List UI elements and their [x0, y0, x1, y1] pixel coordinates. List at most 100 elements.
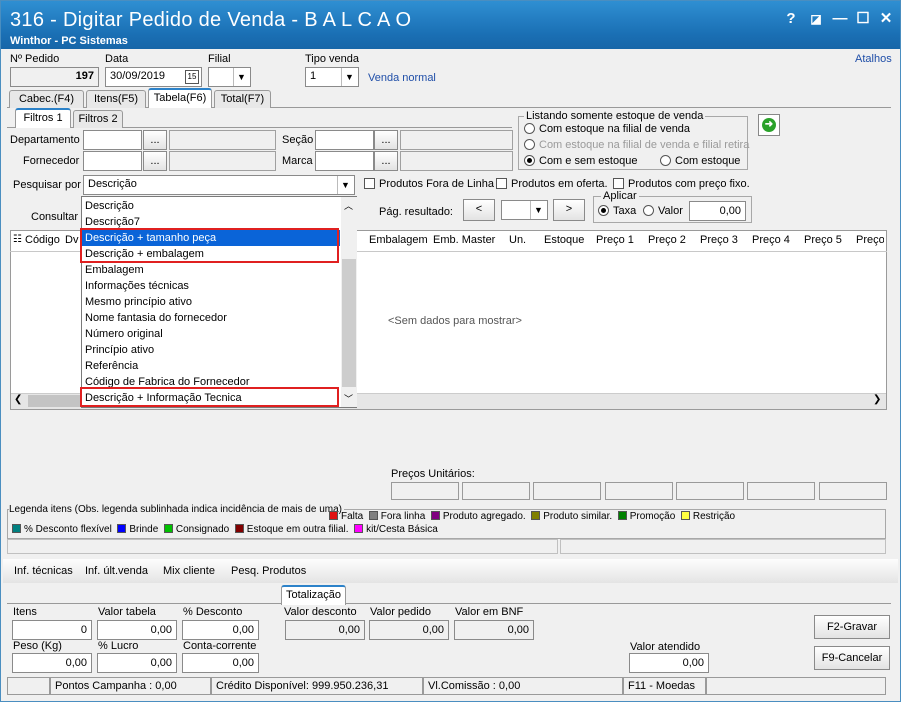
- col-preco-2[interactable]: Preço 2: [648, 234, 686, 246]
- tab-totalizacao[interactable]: Totalização: [281, 585, 346, 605]
- consultar-button[interactable]: Consultar: [31, 211, 78, 223]
- col-emb-master[interactable]: Emb. Master: [433, 234, 495, 246]
- col-un[interactable]: Un.: [509, 234, 526, 246]
- tab-total[interactable]: Total(F7): [214, 90, 271, 108]
- chevron-down-icon[interactable]: ▼: [530, 201, 546, 219]
- conta-corrente-value: 0,00: [182, 653, 259, 673]
- scroll-left-icon[interactable]: ❮: [14, 394, 22, 405]
- col-preco[interactable]: Preço: [856, 234, 884, 246]
- dropdown-item[interactable]: Embalagem: [82, 262, 340, 278]
- oferta-label: Produtos em oferta.: [511, 178, 608, 190]
- prev-page-button[interactable]: <: [463, 199, 495, 221]
- estoque-opt4[interactable]: Com estoque: [660, 155, 740, 167]
- inf-tecnicas-link[interactable]: Inf. técnicas: [14, 565, 73, 577]
- legend-swatch: [329, 511, 338, 520]
- pesq-produtos-link[interactable]: Pesq. Produtos: [231, 565, 306, 577]
- col-preco-1[interactable]: Preço 1: [596, 234, 634, 246]
- dropdown-scroll-thumb[interactable]: [342, 259, 356, 387]
- scroll-right-icon[interactable]: ❯: [873, 394, 881, 405]
- tab-filtros-1[interactable]: Filtros 1: [15, 108, 71, 128]
- marca-lookup-button[interactable]: ...: [374, 151, 398, 171]
- mix-cliente-link[interactable]: Mix cliente: [163, 565, 215, 577]
- tab-itens[interactable]: Itens(F5): [86, 90, 146, 108]
- radio-icon[interactable]: [660, 155, 671, 166]
- tab-cabec[interactable]: Cabec.(F4): [9, 90, 84, 108]
- legend-item: Promoção: [617, 511, 675, 522]
- marca-input[interactable]: [315, 151, 374, 171]
- pesquisar-label: Pesquisar por: [13, 179, 81, 191]
- col-preco-5[interactable]: Preço 5: [804, 234, 842, 246]
- radio-icon[interactable]: [524, 123, 535, 134]
- maximize-button[interactable]: ☐: [853, 9, 873, 29]
- dropdown-item[interactable]: Informações técnicas: [82, 278, 340, 294]
- restore-icon[interactable]: ◪: [806, 9, 826, 29]
- secao-lookup-button[interactable]: ...: [374, 130, 398, 150]
- dropdown-item[interactable]: Princípio ativo: [82, 342, 340, 358]
- departamento-lookup-button[interactable]: ...: [143, 130, 167, 150]
- dropdown-item[interactable]: Descrição: [82, 198, 340, 214]
- tab-filtros-2[interactable]: Filtros 2: [73, 110, 123, 128]
- checkbox-icon[interactable]: [496, 178, 507, 189]
- inf-ult-venda-link[interactable]: Inf. últ.venda: [85, 565, 148, 577]
- departamento-input[interactable]: [83, 130, 142, 150]
- highlight-box: [80, 228, 339, 263]
- next-page-button[interactable]: >: [553, 199, 585, 221]
- dropdown-item[interactable]: Mesmo princípio ativo: [82, 294, 340, 310]
- preco-fixo-check[interactable]: Produtos com preço fixo.: [613, 178, 750, 190]
- chevron-down-icon[interactable]: ▼: [341, 68, 357, 86]
- col-estoque[interactable]: Estoque: [544, 234, 584, 246]
- calendar-icon[interactable]: 15: [185, 70, 199, 84]
- moedas-status[interactable]: F11 - Moedas: [623, 677, 706, 695]
- checkbox-icon[interactable]: [364, 178, 375, 189]
- chevron-down-icon[interactable]: ▼: [337, 176, 353, 194]
- col-dv[interactable]: Dv: [65, 234, 78, 246]
- go-button[interactable]: ➜: [758, 114, 780, 136]
- dropdown-item[interactable]: Nome fantasia do fornecedor: [82, 310, 340, 326]
- dropdown-item[interactable]: Número original: [82, 326, 340, 342]
- help-button[interactable]: ?: [781, 9, 801, 29]
- col-embalagem[interactable]: Embalagem: [369, 234, 428, 246]
- pesquisar-select[interactable]: Descrição: [83, 175, 355, 195]
- col-preco-4[interactable]: Preço 4: [752, 234, 790, 246]
- fora-linha-check[interactable]: Produtos Fora de Linha: [364, 178, 494, 190]
- desconto-value[interactable]: 0,00: [182, 620, 259, 640]
- chevron-down-icon[interactable]: ▼: [233, 68, 249, 86]
- taxa-radio[interactable]: Taxa: [598, 205, 636, 217]
- itens-value: 0: [12, 620, 92, 640]
- lucro-value: 0,00: [97, 653, 177, 673]
- title-bar: 316 - Digitar Pedido de Venda - B A L C …: [1, 1, 900, 49]
- gravar-button[interactable]: F2-Gravar: [814, 615, 890, 639]
- dropdown-scrollbar[interactable]: ︿ ﹀: [341, 197, 357, 407]
- estoque-opt3[interactable]: Com e sem estoque: [524, 155, 637, 167]
- radio-selected-icon[interactable]: [524, 155, 535, 166]
- aplicar-value-input[interactable]: 0,00: [689, 201, 746, 221]
- atalhos-link[interactable]: Atalhos: [855, 53, 892, 65]
- secao-input[interactable]: [315, 130, 374, 150]
- checkbox-icon[interactable]: [613, 178, 624, 189]
- preco-unitario-box: [391, 482, 459, 500]
- cancelar-button[interactable]: F9-Cancelar: [814, 646, 890, 670]
- chevron-up-icon[interactable]: ︿: [344, 199, 353, 212]
- oferta-check[interactable]: Produtos em oferta.: [496, 178, 608, 190]
- col-preco-3[interactable]: Preço 3: [700, 234, 738, 246]
- radio-icon[interactable]: [643, 205, 654, 216]
- radio-selected-icon[interactable]: [598, 205, 609, 216]
- preco-fixo-label: Produtos com preço fixo.: [628, 178, 750, 190]
- fornecedor-lookup-button[interactable]: ...: [143, 151, 167, 171]
- grid-menu-icon[interactable]: ☷: [13, 234, 22, 245]
- tab-tabela[interactable]: Tabela(F6): [148, 88, 212, 108]
- estoque-opt1[interactable]: Com estoque na filial de venda: [524, 123, 690, 135]
- fornecedor-input[interactable]: [83, 151, 142, 171]
- dropdown-item[interactable]: Referência: [82, 358, 340, 374]
- valor-radio[interactable]: Valor: [643, 205, 683, 217]
- peso-value: 0,00: [12, 653, 92, 673]
- info-bar-left: [7, 539, 558, 554]
- close-button[interactable]: ✕: [876, 9, 896, 29]
- arrow-right-icon: ➜: [762, 118, 776, 132]
- valor-desconto-label: Valor desconto: [284, 606, 357, 618]
- chevron-down-icon[interactable]: ﹀: [344, 392, 353, 405]
- col-codigo[interactable]: Código: [25, 234, 60, 246]
- marca-label: Marca: [282, 155, 313, 167]
- filial-label: Filial: [208, 53, 231, 65]
- minimize-button[interactable]: —: [830, 9, 850, 29]
